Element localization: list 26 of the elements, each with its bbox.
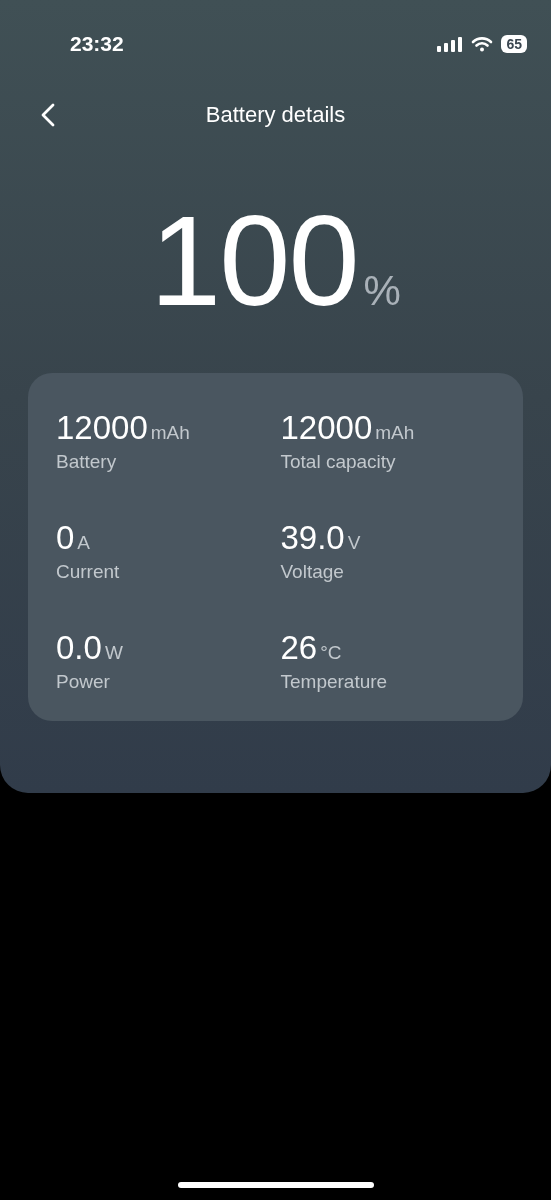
stat-value: 12000 <box>56 409 148 447</box>
percent-sign: % <box>363 267 401 315</box>
stat-unit: °C <box>320 642 342 664</box>
stat-label: Current <box>56 561 121 583</box>
status-time: 23:32 <box>70 32 124 56</box>
signal-icon <box>437 36 464 52</box>
back-icon <box>41 103 55 127</box>
stat-value: 12000 <box>280 409 373 447</box>
stat-unit: A <box>77 532 91 554</box>
stat-value: 26 <box>280 629 318 667</box>
stat-unit: mAh <box>150 422 190 444</box>
stat-label: Voltage <box>280 561 345 583</box>
stat-label: Power <box>56 671 111 693</box>
battery-indicator: 65 <box>501 35 527 53</box>
stat-label: Battery <box>56 451 118 473</box>
stat-value: 0 <box>56 519 75 557</box>
stat-unit: V <box>347 532 361 554</box>
charge-percentage: 100 <box>150 197 358 325</box>
wifi-icon <box>471 36 494 52</box>
stat-value: 0.0 <box>56 629 102 667</box>
page-title: Battery details <box>205 102 346 128</box>
stat-label: Temperature <box>280 671 389 693</box>
stat-unit: W <box>104 642 123 664</box>
stat-label: Total capacity <box>280 451 397 473</box>
stat-value: 39.0 <box>280 519 345 557</box>
stat-unit: mAh <box>375 422 415 444</box>
